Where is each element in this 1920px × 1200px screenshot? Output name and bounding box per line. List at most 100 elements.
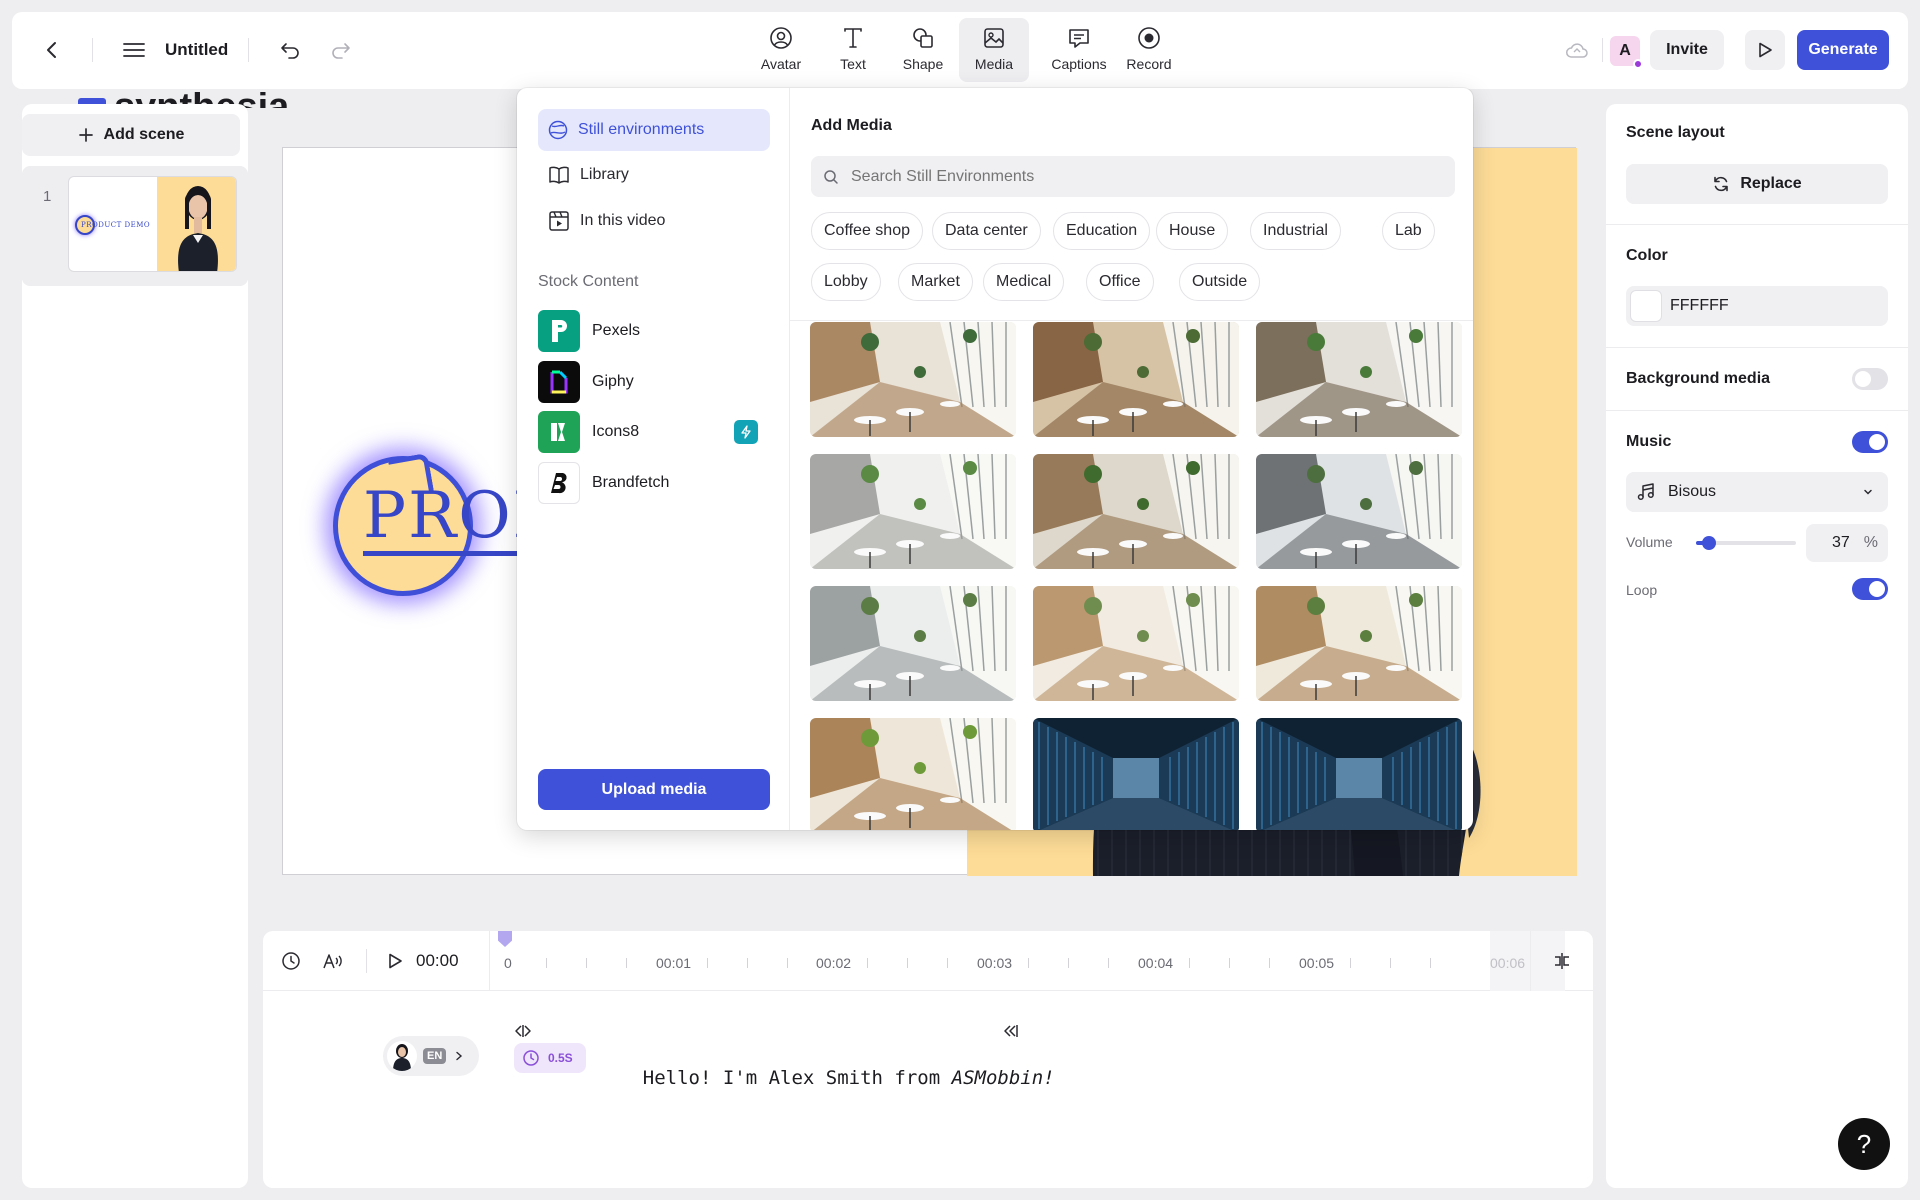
script-avatar-selector[interactable]: EN	[383, 1036, 479, 1076]
search-field[interactable]	[811, 156, 1455, 197]
search-icon	[824, 169, 838, 184]
stock-icons8[interactable]: Icons8	[538, 411, 639, 453]
color-field[interactable]: FFFFFF	[1626, 286, 1888, 326]
media-thumbnail[interactable]	[810, 322, 1016, 437]
search-input[interactable]	[851, 167, 1431, 186]
media-thumbnail[interactable]	[1033, 322, 1239, 437]
media-thumbnail[interactable]	[810, 454, 1016, 569]
script-text[interactable]: Hello! I'm Alex Smith from ASMobbin!	[597, 1045, 1055, 1111]
scene-number: 1	[43, 188, 52, 205]
play-timeline-button[interactable]	[383, 949, 407, 973]
undo-button[interactable]	[276, 36, 304, 64]
upload-media-button[interactable]: Upload media	[538, 769, 770, 810]
add-scene-label: Add scene	[103, 126, 185, 143]
filter-chip[interactable]: Market	[898, 263, 973, 301]
music-toggle[interactable]	[1852, 431, 1888, 453]
tool-avatar[interactable]: Avatar	[746, 18, 816, 82]
tool-shape[interactable]: Shape	[888, 18, 958, 82]
chevron-right-icon	[456, 1051, 463, 1061]
invite-button[interactable]: Invite	[1650, 30, 1724, 70]
media-thumbnail[interactable]	[1256, 322, 1462, 437]
time-ruler[interactable]: 0 00:01 00:02 00:03 00:04 00:05 00:06	[490, 931, 1565, 991]
film-icon	[549, 211, 569, 231]
icons8-logo-icon	[538, 411, 580, 453]
filter-chip[interactable]: Lab	[1382, 212, 1435, 250]
nav-still-environments[interactable]: Still environments	[538, 109, 770, 151]
avatar	[387, 1041, 417, 1071]
loop-toggle[interactable]	[1852, 578, 1888, 600]
filter-chip[interactable]: Outside	[1179, 263, 1261, 301]
tick	[1028, 958, 1029, 968]
shape-icon	[913, 28, 933, 48]
media-thumbnail[interactable]	[810, 718, 1016, 830]
globe-icon	[548, 120, 568, 140]
tool-text[interactable]: Text	[818, 18, 888, 82]
filter-chip[interactable]: Education	[1053, 212, 1151, 250]
split-view-button[interactable]	[1550, 949, 1574, 973]
volume-slider[interactable]	[1696, 536, 1796, 550]
document-title[interactable]: Untitled	[165, 40, 228, 60]
filter-chip[interactable]: House	[1156, 212, 1229, 250]
filter-chip[interactable]: Lobby	[811, 263, 881, 301]
preview-button[interactable]	[1745, 30, 1785, 70]
help-button[interactable]: ?	[1838, 1118, 1890, 1170]
playhead[interactable]	[498, 931, 512, 947]
volume-input[interactable]: 37 %	[1806, 524, 1888, 562]
media-thumbnail[interactable]	[1033, 454, 1239, 569]
background-media-toggle[interactable]	[1852, 368, 1888, 390]
pause-chip[interactable]: 0.5S	[514, 1043, 586, 1073]
stock-brandfetch-label: Brandfetch	[592, 474, 670, 491]
tool-record[interactable]: Record	[1114, 18, 1184, 82]
timing-button[interactable]	[279, 949, 303, 973]
tick	[907, 958, 908, 968]
media-thumbnail[interactable]	[1256, 586, 1462, 701]
volume-unit: %	[1863, 534, 1878, 551]
replace-label: Replace	[1740, 175, 1802, 192]
media-thumbnail[interactable]	[810, 586, 1016, 701]
loop-label: Loop	[1626, 582, 1658, 598]
volume-slider-thumb[interactable]	[1701, 536, 1716, 550]
stock-icons8-label: Icons8	[592, 423, 640, 440]
music-track-select[interactable]: Bisous	[1626, 472, 1888, 512]
stock-brandfetch[interactable]: Brandfetch	[538, 462, 669, 504]
music-note-icon	[1637, 483, 1654, 501]
clock-icon	[523, 1050, 539, 1066]
media-thumbnail[interactable]	[1033, 718, 1239, 830]
tool-captions[interactable]: Captions	[1043, 18, 1115, 82]
filter-chip[interactable]: Coffee shop	[811, 212, 923, 250]
voice-button[interactable]	[321, 949, 345, 973]
media-grid	[790, 322, 1473, 830]
script-end-marker[interactable]	[1000, 1021, 1024, 1041]
filter-chip[interactable]: Office	[1086, 263, 1154, 301]
redo-button[interactable]	[327, 36, 355, 64]
tool-media[interactable]: Media	[959, 18, 1029, 82]
color-swatch[interactable]	[1630, 290, 1662, 322]
tick	[747, 958, 748, 968]
section-divider	[1606, 224, 1908, 225]
menu-button[interactable]	[120, 36, 148, 64]
music-track-name: Bisous	[1668, 483, 1717, 500]
media-thumbnail[interactable]	[1033, 586, 1239, 701]
script-text-main: Hello! I'm Alex Smith from	[642, 1067, 952, 1089]
scene-card[interactable]: 1 PRODUCT DEMO	[22, 166, 248, 286]
tick	[1390, 958, 1391, 968]
script-start-marker[interactable]	[511, 1021, 535, 1041]
filter-chip[interactable]: Industrial	[1250, 212, 1341, 250]
user-avatar[interactable]: A	[1610, 36, 1643, 69]
replace-layout-button[interactable]: Replace	[1626, 164, 1888, 204]
generate-button[interactable]: Generate	[1797, 30, 1889, 70]
timeline-panel: 00:00 0 00:01 00:02 00:03 00:04 00:05 00…	[263, 931, 1593, 1188]
nav-in-this-video[interactable]: In this video	[538, 200, 770, 242]
nav-library[interactable]: Library	[538, 154, 770, 196]
back-button[interactable]	[38, 36, 66, 64]
stock-giphy[interactable]: Giphy	[538, 361, 634, 403]
tick	[546, 958, 547, 968]
filter-chip[interactable]: Data center	[932, 212, 1041, 250]
stock-pexels[interactable]: Pexels	[538, 310, 640, 352]
filter-chip[interactable]: Medical	[983, 263, 1065, 301]
time-mark: 00:06	[1490, 955, 1526, 971]
hamburger-menu-icon	[123, 43, 145, 57]
media-thumbnail[interactable]	[1256, 718, 1462, 830]
add-scene-button[interactable]: Add scene	[22, 114, 240, 156]
media-thumbnail[interactable]	[1256, 454, 1462, 569]
